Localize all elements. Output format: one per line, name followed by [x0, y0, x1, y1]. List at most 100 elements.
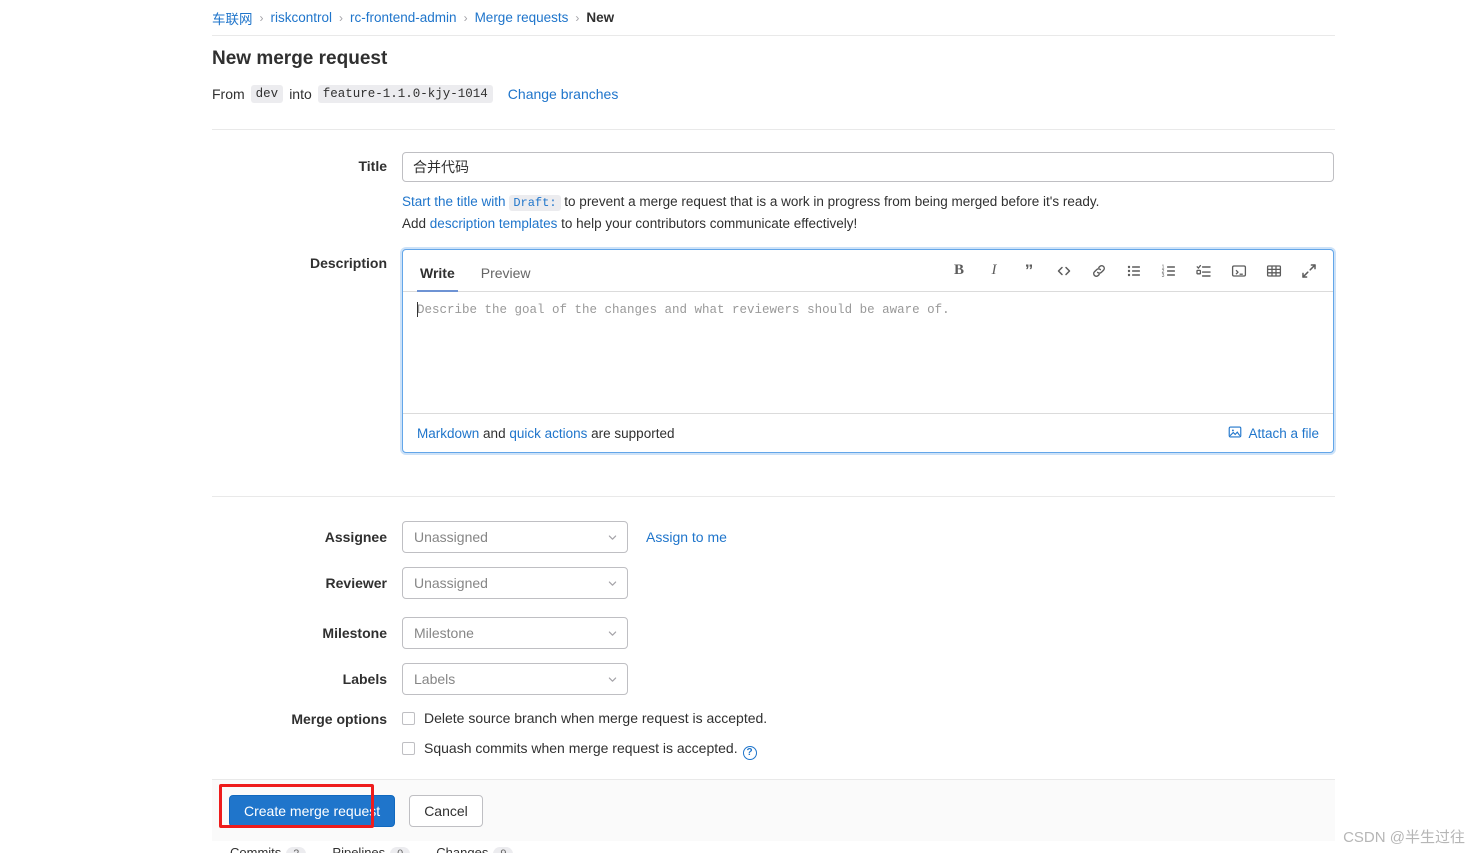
- assignee-select[interactable]: Unassigned: [402, 521, 628, 553]
- attach-file-button[interactable]: Attach a file: [1228, 425, 1319, 442]
- italic-icon[interactable]: I: [982, 259, 1006, 283]
- title-hint-templates: Add description templates to help your c…: [402, 213, 1335, 235]
- markdown-toolbar-buttons: B I ” 1 2 3: [947, 259, 1321, 283]
- reviewer-label: Reviewer: [325, 575, 387, 591]
- description-footer: Markdown and quick actions are supported…: [403, 414, 1333, 452]
- milestone-label: Milestone: [322, 625, 387, 641]
- breadcrumb-item-group[interactable]: 车联网: [212, 8, 253, 28]
- description-templates-link[interactable]: description templates: [430, 216, 558, 231]
- title-hints: Start the title with Draft: to prevent a…: [402, 191, 1335, 235]
- assignee-label: Assignee: [324, 529, 387, 545]
- templates-hint-pre: Add: [402, 216, 427, 232]
- tab-preview[interactable]: Preview: [478, 265, 534, 292]
- squash-commits-option[interactable]: Squash commits when merge request is acc…: [402, 740, 767, 760]
- reviewer-select[interactable]: Unassigned: [402, 567, 628, 599]
- page-header: New merge request From dev into feature-…: [212, 48, 1335, 103]
- description-editor: Write Preview B I ” 1 2 3 Describe the g…: [402, 249, 1334, 453]
- tab-commits[interactable]: Commits 2: [230, 845, 307, 853]
- section-divider: [212, 496, 1335, 497]
- task-list-icon[interactable]: [1192, 259, 1216, 283]
- quick-actions-link[interactable]: quick actions: [509, 426, 587, 441]
- breadcrumb-separator: ›: [575, 10, 580, 25]
- merge-options-form-row: Merge options Delete source branch when …: [212, 710, 767, 772]
- cancel-button[interactable]: Cancel: [409, 794, 483, 827]
- create-merge-request-button[interactable]: Create merge request: [229, 794, 396, 827]
- markdown-support-text: Markdown and quick actions are supported: [417, 426, 674, 441]
- description-placeholder: Describe the goal of the changes and wha…: [417, 303, 950, 317]
- breadcrumb-item-merge-requests[interactable]: Merge requests: [475, 10, 569, 25]
- labels-form-row: Labels Labels: [212, 663, 628, 695]
- markdown-tabs: Write Preview: [417, 250, 554, 292]
- help-icon[interactable]: ?: [742, 745, 757, 760]
- draft-hint-rest: to prevent a merge request that is a wor…: [564, 194, 1100, 209]
- assign-to-me-link[interactable]: Assign to me: [646, 529, 727, 545]
- delete-source-branch-label: Delete source branch when merge request …: [424, 710, 768, 726]
- bulleted-list-icon[interactable]: [1122, 259, 1146, 283]
- chevron-down-icon: [607, 674, 618, 685]
- breadcrumb-item-current: New: [586, 10, 615, 25]
- title-hint-draft: Start the title with Draft: to prevent a…: [402, 191, 1335, 213]
- tab-commits-label: Commits: [230, 845, 282, 853]
- from-label: From: [212, 85, 245, 102]
- merge-options-label: Merge options: [291, 711, 387, 727]
- fullscreen-icon[interactable]: [1297, 259, 1321, 283]
- section-divider: [212, 129, 1335, 130]
- attach-file-icon: [1228, 425, 1242, 442]
- collapsible-section-icon[interactable]: [1227, 259, 1251, 283]
- numbered-list-icon[interactable]: 1 2 3: [1157, 259, 1181, 283]
- breadcrumb-separator: ›: [259, 10, 264, 25]
- labels-label: Labels: [342, 671, 387, 687]
- assignee-form-row: Assignee Unassigned Assign to me: [212, 521, 727, 553]
- draft-hint-link[interactable]: Start the title with: [402, 194, 506, 209]
- merge-options-list: Delete source branch when merge request …: [402, 710, 767, 772]
- footer-and: and: [483, 425, 506, 441]
- reviewer-value: Unassigned: [414, 575, 488, 591]
- draft-code-badge: Draft:: [509, 195, 561, 211]
- chevron-down-icon: [607, 628, 618, 639]
- reviewer-form-row: Reviewer Unassigned: [212, 567, 628, 599]
- milestone-select[interactable]: Milestone: [402, 617, 628, 649]
- bold-icon[interactable]: B: [947, 259, 971, 283]
- markdown-link[interactable]: Markdown: [417, 426, 479, 441]
- breadcrumb: 车联网 › riskcontrol › rc-frontend-admin › …: [212, 0, 1335, 36]
- delete-source-branch-option[interactable]: Delete source branch when merge request …: [402, 710, 767, 728]
- tab-pipelines-count: 0: [390, 847, 411, 853]
- footer-rest: are supported: [591, 425, 675, 441]
- merge-request-new-page: 车联网 › riskcontrol › rc-frontend-admin › …: [0, 0, 1477, 853]
- form-actions: Create merge request Cancel: [212, 779, 1335, 841]
- description-label: Description: [309, 255, 387, 271]
- attach-file-label: Attach a file: [1248, 425, 1319, 441]
- breadcrumb-item-project[interactable]: rc-frontend-admin: [350, 10, 457, 25]
- title-form-row: Title Start the title with Draft: to pre…: [212, 152, 1335, 235]
- quote-icon[interactable]: ”: [1017, 259, 1041, 283]
- bottom-tab-strip: Commits 2 Pipelines 0 Changes 9: [212, 845, 1335, 853]
- link-icon[interactable]: [1087, 259, 1111, 283]
- change-branches-link[interactable]: Change branches: [508, 86, 619, 102]
- labels-value: Labels: [414, 671, 456, 687]
- tab-changes[interactable]: Changes 9: [436, 845, 514, 853]
- tab-write[interactable]: Write: [417, 265, 458, 292]
- tab-pipelines[interactable]: Pipelines 0: [332, 845, 411, 853]
- milestone-form-row: Milestone Milestone: [212, 617, 628, 649]
- breadcrumb-item-subgroup[interactable]: riskcontrol: [271, 10, 333, 25]
- squash-commits-label: Squash commits when merge request is acc…: [424, 740, 757, 760]
- description-textarea[interactable]: Describe the goal of the changes and wha…: [403, 292, 1333, 414]
- squash-commits-checkbox[interactable]: [402, 741, 415, 755]
- into-label: into: [289, 85, 312, 102]
- text-caret: [417, 302, 418, 317]
- code-icon[interactable]: [1052, 259, 1076, 283]
- description-toolbar: Write Preview B I ” 1 2 3: [403, 250, 1333, 292]
- branch-summary: From dev into feature-1.1.0-kjy-1014 Cha…: [212, 84, 1335, 103]
- squash-commits-text: Squash commits when merge request is acc…: [424, 739, 738, 756]
- table-icon[interactable]: [1262, 259, 1286, 283]
- labels-select[interactable]: Labels: [402, 663, 628, 695]
- delete-source-branch-checkbox[interactable]: [402, 712, 415, 725]
- tab-commits-count: 2: [286, 847, 307, 853]
- target-branch-chip: feature-1.1.0-kjy-1014: [317, 84, 493, 103]
- title-input[interactable]: [402, 152, 1334, 182]
- tab-changes-count: 9: [493, 847, 514, 853]
- templates-hint-rest: to help your contributors communicate ef…: [561, 216, 858, 232]
- page-title: New merge request: [212, 48, 388, 69]
- watermark: CSDN @半生过往: [1343, 829, 1465, 846]
- chevron-down-icon: [607, 578, 618, 589]
